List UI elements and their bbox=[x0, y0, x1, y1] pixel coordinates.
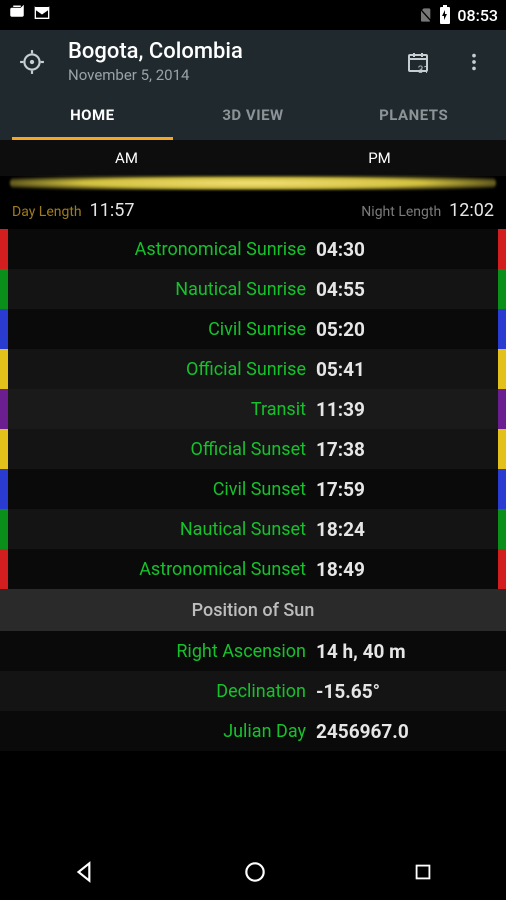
event-row[interactable]: Transit11:39 bbox=[0, 389, 506, 429]
event-label: Astronomical Sunset bbox=[0, 559, 316, 580]
nav-home-button[interactable] bbox=[242, 859, 268, 885]
calendar-button[interactable]: 31 bbox=[398, 42, 438, 82]
row-color-stripe bbox=[498, 429, 506, 469]
row-color-stripe bbox=[498, 309, 506, 349]
event-row[interactable]: Astronomical Sunrise04:30 bbox=[0, 229, 506, 269]
position-section-header: Position of Sun bbox=[0, 589, 506, 631]
tab-home[interactable]: HOME bbox=[12, 92, 173, 140]
event-value: 05:41 bbox=[316, 358, 506, 381]
event-value: 17:38 bbox=[316, 438, 506, 461]
position-value: -15.65° bbox=[316, 680, 506, 703]
night-length-label: Night Length bbox=[361, 204, 441, 220]
position-row[interactable]: Right Ascension14 h, 40 m bbox=[0, 631, 506, 671]
row-color-stripe bbox=[0, 269, 8, 309]
event-value: 04:30 bbox=[316, 238, 506, 261]
tab-planets[interactable]: PLANETS bbox=[333, 92, 494, 140]
row-color-stripe bbox=[0, 349, 8, 389]
event-row[interactable]: Astronomical Sunset18:49 bbox=[0, 549, 506, 589]
status-time: 08:53 bbox=[457, 6, 498, 25]
row-color-stripe bbox=[0, 509, 8, 549]
position-row[interactable]: Julian Day2456967.0 bbox=[0, 711, 506, 751]
nav-back-button[interactable] bbox=[72, 859, 98, 885]
event-row[interactable]: Civil Sunrise05:20 bbox=[0, 309, 506, 349]
event-row[interactable]: Civil Sunset17:59 bbox=[0, 469, 506, 509]
row-color-stripe bbox=[498, 389, 506, 429]
row-color-stripe bbox=[498, 229, 506, 269]
event-label: Transit bbox=[0, 399, 316, 420]
position-value: 2456967.0 bbox=[316, 720, 506, 743]
app-bar: Bogota, Colombia November 5, 2014 31 HOM… bbox=[0, 30, 506, 140]
mail-icon bbox=[32, 5, 52, 25]
content-scroll[interactable]: AM PM Day Length 11:57 Night Length 12:0… bbox=[0, 140, 506, 874]
position-label: Right Ascension bbox=[0, 641, 316, 662]
event-value: 18:24 bbox=[316, 518, 506, 541]
day-length-label: Day Length bbox=[12, 204, 82, 220]
no-sim-icon bbox=[417, 6, 433, 24]
event-label: Nautical Sunset bbox=[0, 519, 316, 540]
event-label: Astronomical Sunrise bbox=[0, 239, 316, 260]
location-date: November 5, 2014 bbox=[68, 66, 382, 84]
calendar-day-number: 31 bbox=[418, 65, 429, 76]
daylight-gradient-bar bbox=[10, 176, 496, 190]
locate-button[interactable] bbox=[12, 42, 52, 82]
event-row[interactable]: Official Sunset17:38 bbox=[0, 429, 506, 469]
event-label: Civil Sunset bbox=[0, 479, 316, 500]
event-label: Nautical Sunrise bbox=[0, 279, 316, 300]
row-color-stripe bbox=[0, 469, 8, 509]
row-color-stripe bbox=[498, 509, 506, 549]
event-row[interactable]: Nautical Sunset18:24 bbox=[0, 509, 506, 549]
event-value: 18:49 bbox=[316, 558, 506, 581]
row-color-stripe bbox=[498, 549, 506, 589]
status-bar: 08:53 bbox=[0, 0, 506, 30]
night-length-value: 12:02 bbox=[449, 200, 494, 221]
download-icon bbox=[8, 4, 26, 26]
event-label: Official Sunrise bbox=[0, 359, 316, 380]
event-row[interactable]: Official Sunrise05:41 bbox=[0, 349, 506, 389]
nav-recents-button[interactable] bbox=[412, 861, 434, 883]
event-row[interactable]: Nautical Sunrise04:55 bbox=[0, 269, 506, 309]
location-block[interactable]: Bogota, Colombia November 5, 2014 bbox=[68, 40, 382, 84]
row-color-stripe bbox=[0, 389, 8, 429]
row-color-stripe bbox=[0, 229, 8, 269]
overflow-menu-button[interactable] bbox=[454, 42, 494, 82]
event-value: 05:20 bbox=[316, 318, 506, 341]
position-value: 14 h, 40 m bbox=[316, 640, 506, 663]
battery-charging-icon bbox=[439, 5, 451, 25]
ampm-row: AM PM bbox=[0, 140, 506, 176]
event-label: Official Sunset bbox=[0, 439, 316, 460]
row-color-stripe bbox=[0, 309, 8, 349]
row-color-stripe bbox=[498, 349, 506, 389]
pm-label: PM bbox=[253, 149, 506, 167]
event-label: Civil Sunrise bbox=[0, 319, 316, 340]
android-nav-bar bbox=[0, 844, 506, 900]
location-title: Bogota, Colombia bbox=[68, 40, 382, 64]
tab-3d-view[interactable]: 3D VIEW bbox=[173, 92, 334, 140]
position-label: Julian Day bbox=[0, 721, 316, 742]
position-row[interactable]: Declination-15.65° bbox=[0, 671, 506, 711]
tab-bar: HOME 3D VIEW PLANETS bbox=[12, 92, 494, 140]
row-color-stripe bbox=[0, 429, 8, 469]
row-color-stripe bbox=[498, 469, 506, 509]
event-value: 11:39 bbox=[316, 398, 506, 421]
event-value: 04:55 bbox=[316, 278, 506, 301]
row-color-stripe bbox=[0, 549, 8, 589]
day-length-value: 11:57 bbox=[90, 200, 135, 221]
row-color-stripe bbox=[498, 269, 506, 309]
length-row: Day Length 11:57 Night Length 12:02 bbox=[0, 194, 506, 229]
am-label: AM bbox=[0, 149, 253, 167]
event-value: 17:59 bbox=[316, 478, 506, 501]
position-label: Declination bbox=[0, 681, 316, 702]
